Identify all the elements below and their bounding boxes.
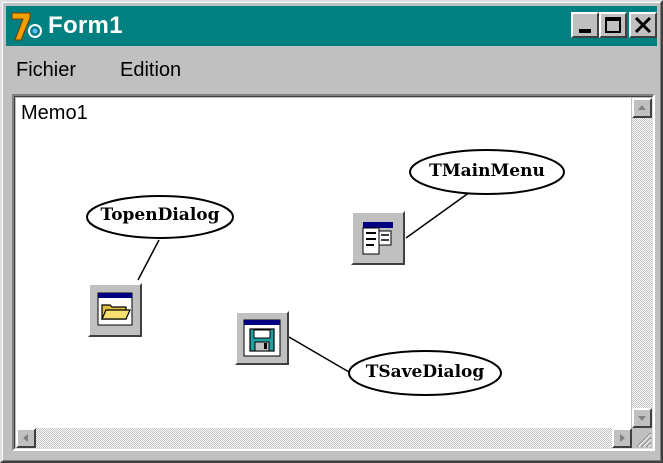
menu-fichier[interactable]: Fichier bbox=[16, 58, 76, 82]
scroll-left-button[interactable] bbox=[16, 428, 36, 448]
scroll-down-button[interactable] bbox=[632, 408, 652, 428]
scroll-up-button[interactable] bbox=[632, 98, 652, 118]
close-button[interactable] bbox=[629, 12, 657, 38]
minimize-icon bbox=[579, 29, 591, 33]
annotation-layer bbox=[86, 149, 565, 396]
maximize-icon bbox=[605, 17, 621, 33]
floppy-save-icon bbox=[243, 319, 281, 357]
window-title: Form1 bbox=[48, 12, 123, 39]
mainmenu-component[interactable] bbox=[351, 211, 405, 265]
savedialog-connector bbox=[288, 336, 350, 373]
memo-text-area[interactable]: Memo1 TopenDialog TMainMenu TSaveDialog bbox=[16, 98, 631, 428]
scroll-right-button[interactable] bbox=[612, 428, 632, 448]
menu-bar: Fichier Edition bbox=[6, 52, 657, 88]
minimize-button[interactable] bbox=[571, 12, 599, 38]
opendialog-component[interactable] bbox=[88, 283, 142, 337]
arrow-up-icon bbox=[638, 105, 646, 110]
form1-window: Form1 Fichier Edition Memo1 TopenDialog … bbox=[0, 0, 663, 463]
vertical-scrollbar[interactable] bbox=[632, 98, 652, 428]
menu-edition[interactable]: Edition bbox=[120, 58, 181, 82]
opendialog-connector bbox=[137, 239, 160, 281]
open-folder-icon bbox=[97, 292, 133, 326]
arrow-right-icon bbox=[620, 434, 625, 442]
mainmenu-label: TMainMenu bbox=[429, 161, 545, 181]
resize-grip-icon[interactable] bbox=[632, 428, 652, 448]
arrow-down-icon bbox=[638, 416, 646, 421]
title-bar[interactable]: Form1 bbox=[6, 6, 657, 46]
arrow-left-icon bbox=[23, 434, 28, 442]
close-icon bbox=[634, 16, 652, 34]
delphi-app-icon bbox=[11, 12, 42, 41]
opendialog-label: TopenDialog bbox=[100, 205, 220, 225]
maximize-button[interactable] bbox=[599, 12, 627, 38]
savedialog-component[interactable] bbox=[235, 311, 289, 365]
memo-box[interactable]: Memo1 TopenDialog TMainMenu TSaveDialog bbox=[12, 94, 655, 451]
menu-icon bbox=[362, 222, 393, 255]
horizontal-scrollbar[interactable] bbox=[16, 428, 632, 448]
mainmenu-connector bbox=[405, 191, 471, 239]
savedialog-label: TSaveDialog bbox=[365, 362, 485, 382]
